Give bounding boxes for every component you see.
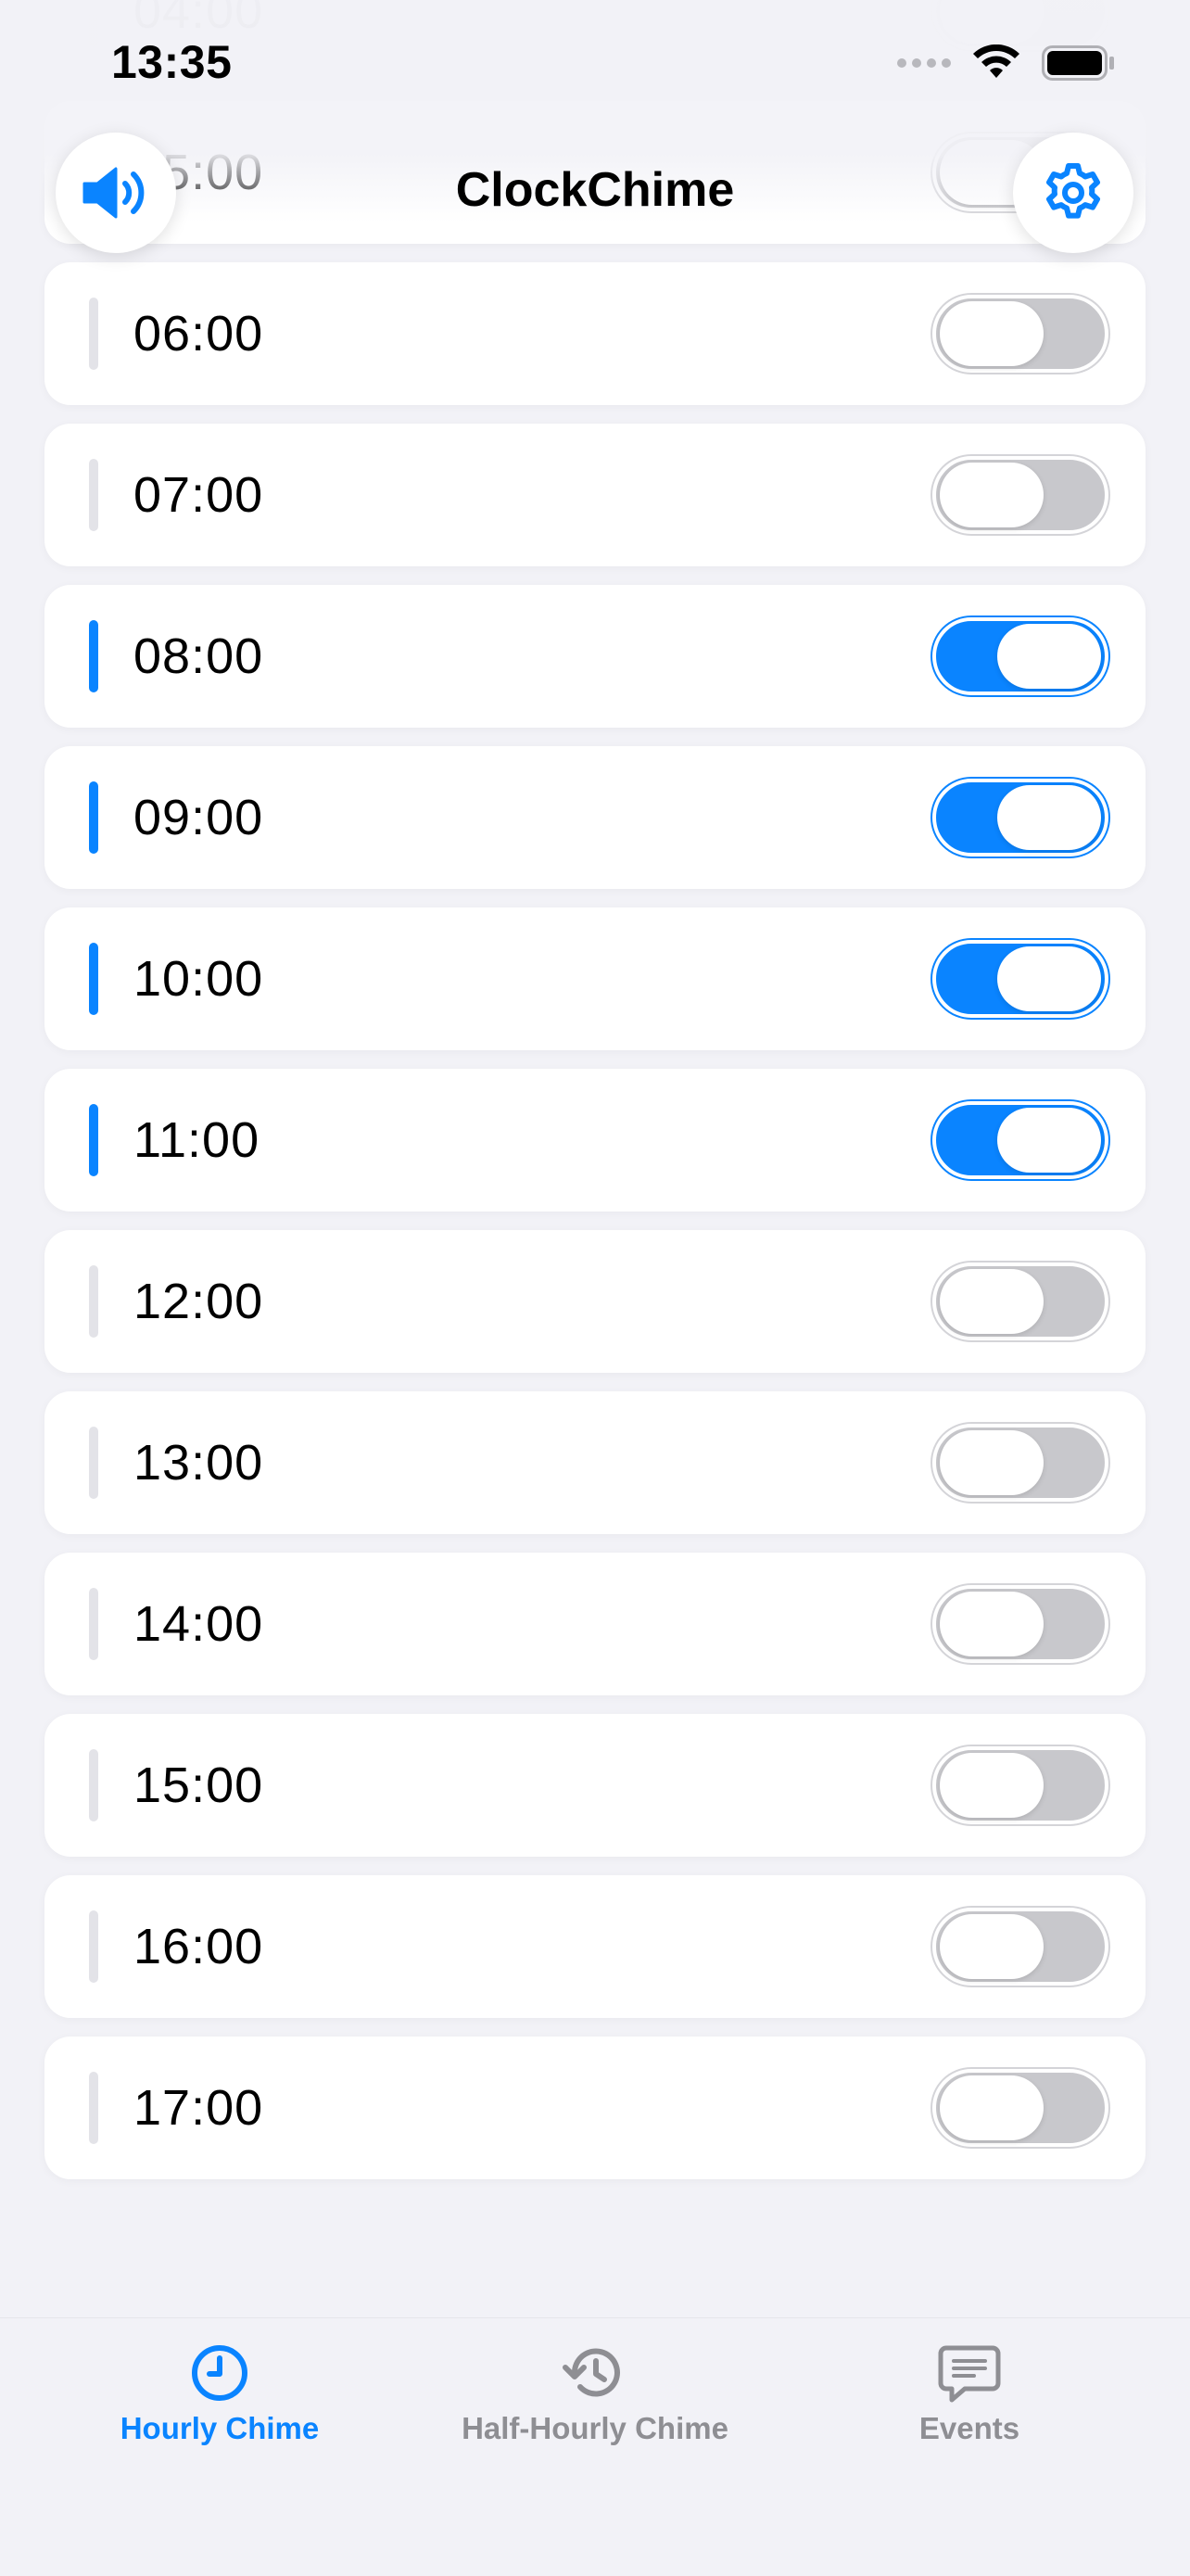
status-time: 13:35 xyxy=(111,36,233,88)
cellular-signal-icon xyxy=(897,58,951,68)
settings-button[interactable] xyxy=(1013,133,1133,253)
chime-row: 14:00 xyxy=(44,1553,1146,1695)
toggle-knob xyxy=(940,1914,1044,1979)
chime-row: 11:00 xyxy=(44,1069,1146,1212)
chime-row: 12:00 xyxy=(44,1230,1146,1373)
toggle-knob xyxy=(997,624,1101,689)
chime-time-label: 10:00 xyxy=(133,951,264,1007)
chime-time-label: 15:00 xyxy=(133,1758,264,1813)
tab-bar: Hourly Chime Half-Hourly Chime Events xyxy=(0,2317,1190,2576)
status-indicator-bar xyxy=(89,620,98,692)
chime-time-label: 07:00 xyxy=(133,467,264,523)
toggle-knob xyxy=(997,946,1101,1011)
status-indicator-bar xyxy=(89,2072,98,2144)
chime-row: 15:00 xyxy=(44,1714,1146,1857)
status-indicator-bar xyxy=(89,1588,98,1660)
status-indicator-bar xyxy=(89,1910,98,1983)
gear-icon xyxy=(1046,163,1100,219)
chime-toggle[interactable] xyxy=(932,1746,1108,1824)
chime-row: 08:00 xyxy=(44,585,1146,728)
status-icons xyxy=(897,44,1116,82)
status-indicator-bar xyxy=(89,1749,98,1821)
chime-toggle[interactable] xyxy=(932,456,1108,534)
status-indicator-bar xyxy=(89,298,98,370)
toggle-knob xyxy=(997,785,1101,850)
status-indicator-bar xyxy=(89,943,98,1015)
chime-row: 17:00 xyxy=(44,2037,1146,2179)
battery-icon xyxy=(1042,45,1114,81)
chime-time-label: 06:00 xyxy=(133,306,264,362)
tab-label: Events xyxy=(918,2411,1020,2445)
status-bar: 13:35 xyxy=(0,0,1190,130)
chime-toggle[interactable] xyxy=(932,2069,1108,2147)
chime-time-label: 17:00 xyxy=(133,2080,264,2136)
chime-toggle[interactable] xyxy=(932,1101,1108,1179)
sound-button[interactable] xyxy=(56,133,176,253)
chime-toggle[interactable] xyxy=(932,617,1108,695)
status-indicator-bar xyxy=(89,781,98,854)
tab-events[interactable]: Events xyxy=(784,2342,1155,2446)
chime-toggle[interactable] xyxy=(932,1908,1108,1986)
chime-toggle[interactable] xyxy=(932,1424,1108,1502)
tab-label: Half-Hourly Chime xyxy=(462,2411,728,2445)
toggle-knob xyxy=(940,1753,1044,1818)
chime-time-label: 16:00 xyxy=(133,1919,264,1974)
chime-list: 04:0005:0006:0007:0008:0009:0010:0011:00… xyxy=(44,0,1146,2198)
chime-row: 10:00 xyxy=(44,907,1146,1050)
chime-row: 16:00 xyxy=(44,1875,1146,2018)
wifi-icon xyxy=(973,44,1019,78)
chime-row: 07:00 xyxy=(44,424,1146,566)
chime-toggle[interactable] xyxy=(932,295,1108,373)
chime-row: 13:00 xyxy=(44,1391,1146,1534)
toggle-knob xyxy=(940,301,1044,366)
toggle-knob xyxy=(997,1108,1101,1173)
status-indicator-bar xyxy=(89,1265,98,1338)
chime-toggle[interactable] xyxy=(932,779,1108,857)
chime-row: 06:00 xyxy=(44,262,1146,405)
status-indicator-bar xyxy=(89,1427,98,1499)
chime-time-label: 09:00 xyxy=(133,790,264,845)
toggle-knob xyxy=(940,1430,1044,1495)
chime-time-label: 08:00 xyxy=(133,628,264,684)
tab-half-hourly-chime[interactable]: Half-Hourly Chime xyxy=(410,2342,780,2446)
history-icon xyxy=(563,2348,620,2397)
toggle-knob xyxy=(940,1592,1044,1656)
tab-label: Hourly Chime xyxy=(120,2411,320,2445)
status-indicator-bar xyxy=(89,1104,98,1176)
chime-row: 09:00 xyxy=(44,746,1146,889)
chime-time-label: 11:00 xyxy=(133,1112,260,1168)
toggle-knob xyxy=(940,1269,1044,1334)
chime-time-label: 14:00 xyxy=(133,1596,264,1652)
chime-toggle[interactable] xyxy=(932,940,1108,1018)
chime-toggle[interactable] xyxy=(932,1585,1108,1663)
toggle-knob xyxy=(940,2075,1044,2140)
speaker-wave-icon xyxy=(82,167,145,219)
app-title: ClockChime xyxy=(455,163,735,217)
tab-hourly-chime[interactable]: Hourly Chime xyxy=(34,2342,405,2446)
status-indicator-bar xyxy=(89,459,98,531)
chime-time-label: 12:00 xyxy=(133,1274,264,1329)
message-bubble-icon xyxy=(938,2345,1001,2403)
toggle-knob xyxy=(940,463,1044,527)
chime-toggle[interactable] xyxy=(932,1263,1108,1340)
clock-icon xyxy=(192,2345,247,2401)
chime-time-label: 13:00 xyxy=(133,1435,264,1491)
